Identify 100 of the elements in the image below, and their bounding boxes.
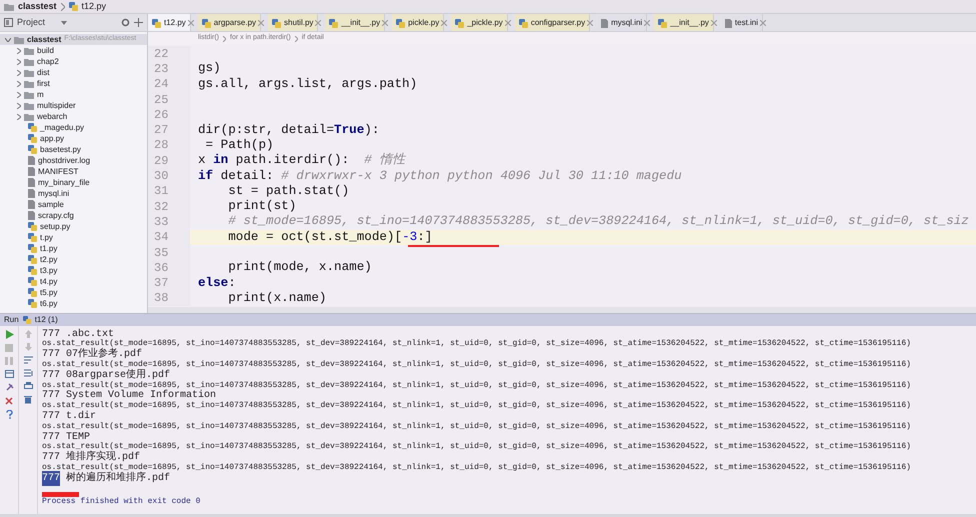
tree-item[interactable]: build [37,44,54,56]
code-line: mode = oct(st.st_mode)[-3:] [227,230,432,245]
tree-item[interactable]: t4.py [40,276,58,288]
up-arrow-icon[interactable] [24,330,32,338]
line-number: 23 [154,60,168,78]
tree-item[interactable]: _magedu.py [40,122,84,134]
tree-item[interactable]: t1.py [40,242,58,254]
editor-tab[interactable]: _pickle.py [451,14,508,31]
code-line: # st_mode=16895, st_ino=1407374883553285, st_dev=389224164, st_nlink=1, st_uid=0, st_gid=0, st_siz [227,214,969,230]
python-file-icon [202,18,211,28]
tree-item[interactable]: multispider [37,100,76,112]
editor-tab[interactable]: t12.py [148,14,191,31]
pause-icon[interactable] [5,357,13,365]
close-icon[interactable] [441,20,448,26]
tree-item[interactable]: sample [38,198,64,210]
breadcrumb-item[interactable]: t12.py [82,0,106,14]
tree-item[interactable]: scrapy.cfg [38,210,74,222]
help-icon[interactable] [6,410,12,419]
python-file-icon [272,18,282,28]
output-line: os.stat_result(st_mode=16895, st_ino=1407374883553285, st_dev=389224164, st_nlink=1, st_uid=0, st_gid=0, st_size=4096, st_atime=1536204522, st_mtime=1536204522, st_ctime=1536195116) [42,380,911,390]
python-file-icon [329,18,338,28]
tree-item[interactable]: dist [37,66,50,78]
tree-item[interactable]: t.py [40,232,53,244]
editor-tab[interactable]: argparse.py [198,14,262,31]
close-icon[interactable] [587,20,594,26]
wrap-icon[interactable] [24,356,32,364]
close-icon[interactable] [504,20,511,26]
tree-item[interactable]: t3.py [40,264,58,276]
editor-tab[interactable]: configparser.py [514,14,590,31]
collapse-icon[interactable] [134,18,143,27]
line-number: 25 [154,92,168,109]
tree-item[interactable]: first [37,78,50,90]
code-line: if detail: # drwxrwxr-x 3 python python 4096 Jul 30 11:10 magedu [197,168,682,184]
tree-item[interactable]: MANIFEST [38,166,78,178]
output-line: 777 07作业参考.pdf [42,347,142,360]
file-icon [724,18,732,28]
layout-icon[interactable] [4,370,14,378]
tree-item[interactable]: classtest [27,34,62,46]
line-number: 33 [154,214,168,231]
project-icon [4,18,13,27]
tree-item[interactable]: t2.py [40,254,58,266]
output-line: 777 System Volume Information [42,389,216,402]
editor-tab[interactable]: __init__.py [654,14,714,31]
line-number: 32 [154,198,168,216]
print-icon[interactable] [24,382,32,390]
close-icon[interactable] [710,20,717,26]
dropdown-icon[interactable] [61,20,68,24]
tree-item[interactable]: my_binary_file [38,176,90,188]
close-icon[interactable] [5,397,13,405]
line-number: 38 [154,290,168,307]
chevron-icon [223,36,226,42]
tree-item[interactable]: setup.py [40,220,70,232]
tree-item[interactable]: ghostdriver.log [38,154,90,166]
tree-item[interactable]: chap2 [37,56,59,68]
editor-tab[interactable]: shutil.py [268,14,318,31]
trash-icon[interactable] [24,395,32,404]
close-icon[interactable] [258,20,264,26]
close-icon[interactable] [644,20,650,26]
annotation-mark [42,492,79,497]
code-line: x in path.iterdir(): # 惰性 [197,153,406,168]
output-line: 777 t.dir [42,410,96,422]
line-number: 36 [154,260,168,277]
code-line: st = path.stat() [227,184,350,199]
line-number: 22 [154,46,168,63]
selected-text: 777 [42,470,60,486]
line-number: 37 [154,275,168,292]
code-line: dir(p:str, detail=True): [197,122,380,138]
tree-item[interactable]: basetest.py [40,144,81,156]
editor-tab[interactable]: __init__.py [325,14,386,31]
line-number: 31 [154,183,168,200]
output-line: os.stat_result(st_mode=16895, st_ino=1407374883553285, st_dev=389224164, st_nlink=1, st_uid=0, st_gid=0, st_size=4096, st_atime=1536204522, st_mtime=1536204522, st_ctime=1536195116) [42,462,911,472]
tree-item[interactable]: webarch [37,110,68,122]
editor-tab[interactable]: pickle.py [392,14,444,31]
down-arrow-icon[interactable] [24,343,32,351]
scroll-end-icon[interactable] [24,369,32,377]
line-number: 35 [154,244,168,262]
close-icon[interactable] [315,20,322,26]
tree-item[interactable]: t5.py [40,286,58,298]
tree-item[interactable]: app.py [40,132,64,144]
close-icon[interactable] [760,20,766,26]
tree-item[interactable]: mysql.ini [38,188,70,200]
settings-icon[interactable] [121,18,130,27]
pin-icon[interactable] [4,383,14,392]
panel-title[interactable]: Project [17,16,46,30]
run-config[interactable]: t12 (1) [34,314,58,326]
code-line: gs.all, args.list, args.path) [197,76,418,92]
close-icon[interactable] [382,20,388,26]
code-line: print(x.name) [227,290,326,306]
tree-item[interactable]: m [37,88,44,100]
line-number: 27 [154,122,168,140]
file-icon [601,18,608,28]
chevron-icon [294,36,298,42]
output-line: os.stat_result(st_mode=16895, st_ino=1407374883553285, st_dev=389224164, st_nlink=1, st_uid=0, st_gid=0, st_size=4096, st_atime=1536204522, st_mtime=1536204522, st_ctime=1536195116) [42,400,911,410]
breadcrumb-item[interactable]: classtest [18,0,57,14]
python-file-icon [658,18,668,28]
tree-item[interactable]: t6.py [40,298,58,310]
close-icon[interactable] [188,20,194,26]
code-line: = Path(p) [204,138,274,153]
python-file-icon [455,18,464,28]
run-icon[interactable] [4,330,14,339]
